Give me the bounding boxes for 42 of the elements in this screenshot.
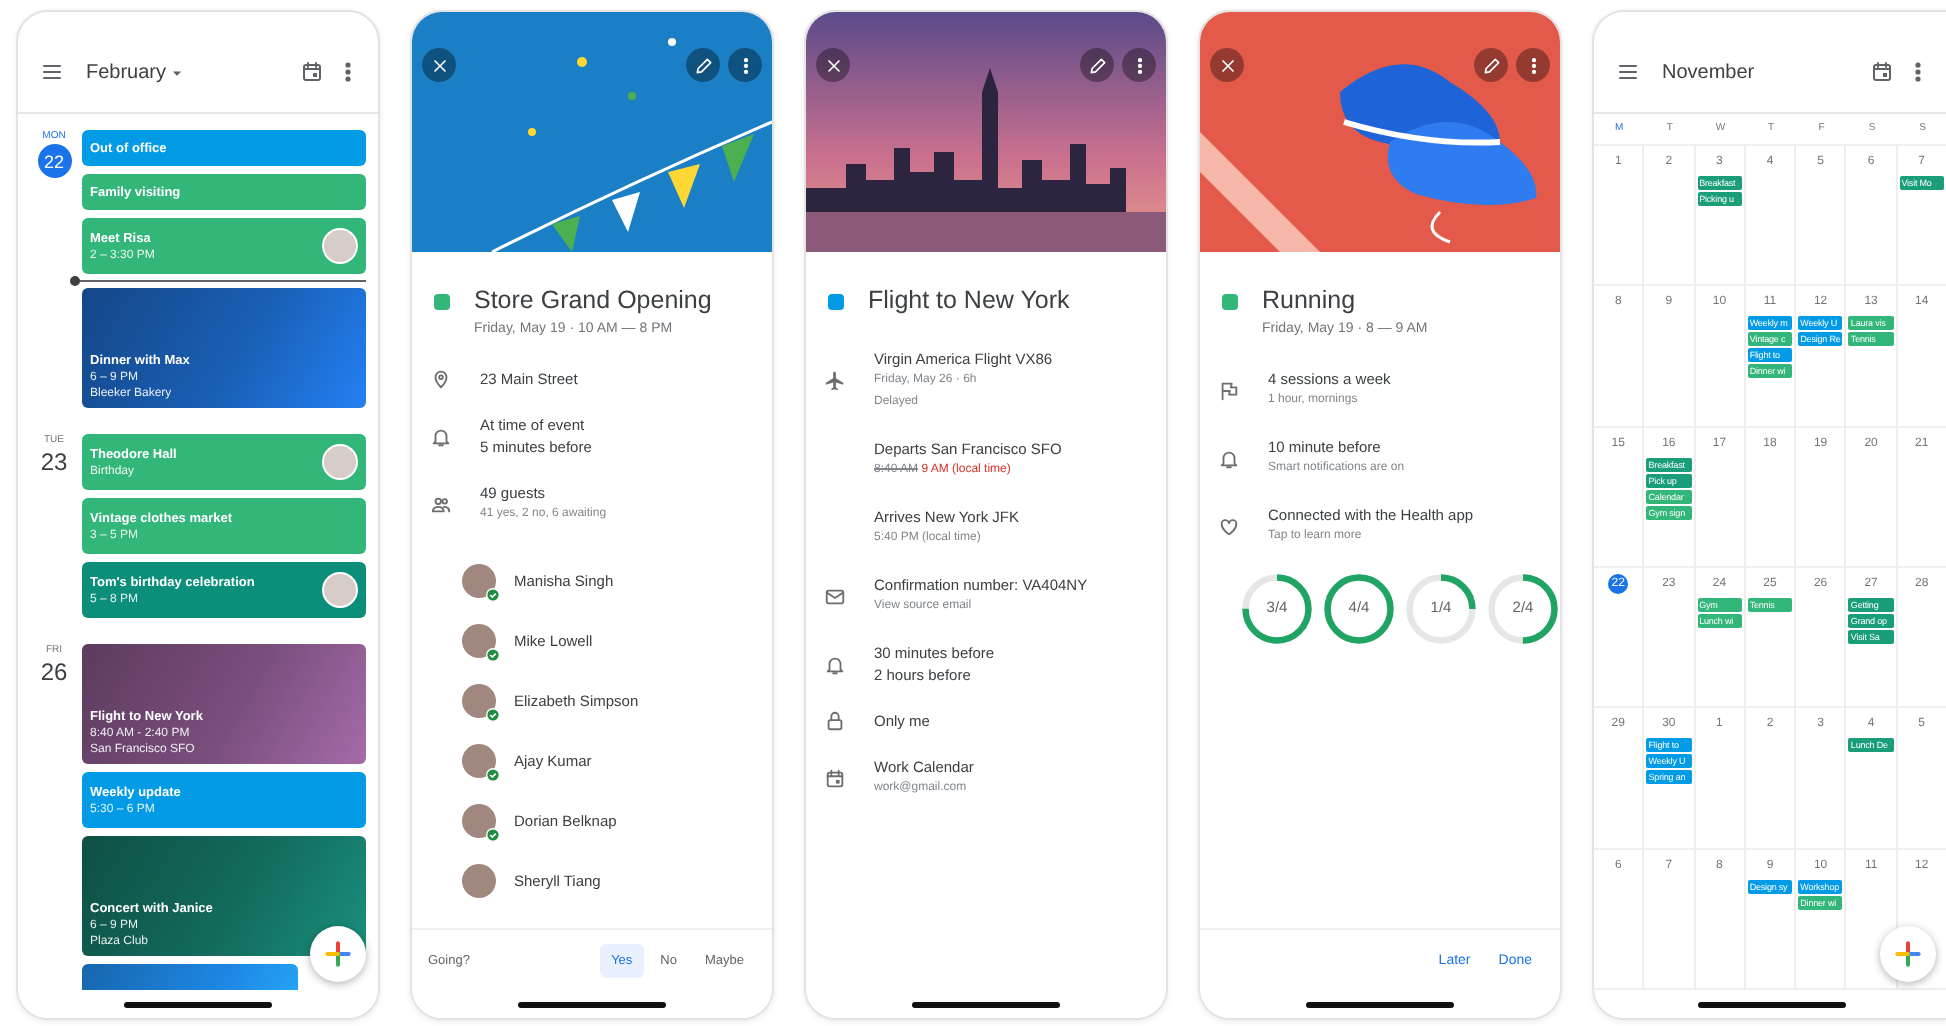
- calendar-icon: [1870, 60, 1894, 84]
- more-button[interactable]: [728, 48, 762, 82]
- month-selector[interactable]: February: [86, 61, 185, 83]
- bell-icon: [1218, 447, 1240, 469]
- plus-icon: [1892, 938, 1924, 970]
- close-icon: [823, 55, 843, 75]
- pencil-icon: [1481, 55, 1501, 75]
- more-button[interactable]: [1122, 48, 1156, 82]
- calendar-icon: [300, 60, 324, 84]
- add-event-button[interactable]: [310, 926, 366, 982]
- event-title: Running: [1262, 284, 1358, 316]
- close-icon: [1217, 55, 1237, 75]
- close-button[interactable]: [816, 48, 850, 82]
- close-icon: [429, 55, 449, 75]
- edit-button[interactable]: [1474, 48, 1508, 82]
- location-pin-icon: [430, 368, 452, 390]
- pencil-icon: [1087, 55, 1107, 75]
- date-number: 22: [37, 144, 71, 178]
- more-button[interactable]: [1516, 48, 1550, 82]
- envelope-icon: [824, 585, 846, 607]
- close-button[interactable]: [422, 48, 456, 82]
- event-title: Store Grand Opening: [474, 284, 712, 316]
- plus-icon: [322, 938, 354, 970]
- pencil-icon: [693, 55, 713, 75]
- flag-icon: [1218, 379, 1240, 401]
- edit-button[interactable]: [686, 48, 720, 82]
- edit-button[interactable]: [1080, 48, 1114, 82]
- bell-icon: [430, 425, 452, 447]
- date-number: 23: [40, 448, 68, 476]
- event-title: Flight to New York: [868, 284, 1070, 316]
- menu-icon: [40, 60, 64, 84]
- people-icon: [430, 493, 452, 515]
- date-number: 26: [40, 658, 68, 686]
- add-event-button[interactable]: [1880, 926, 1936, 982]
- menu-icon: [1616, 60, 1640, 84]
- heart-icon: [1218, 515, 1240, 537]
- calendar-icon: [824, 767, 846, 789]
- close-button[interactable]: [1210, 48, 1244, 82]
- month-selector[interactable]: November: [1662, 61, 1755, 83]
- bell-icon: [824, 653, 846, 675]
- lock-icon: [824, 710, 846, 732]
- airplane-icon: [824, 370, 846, 392]
